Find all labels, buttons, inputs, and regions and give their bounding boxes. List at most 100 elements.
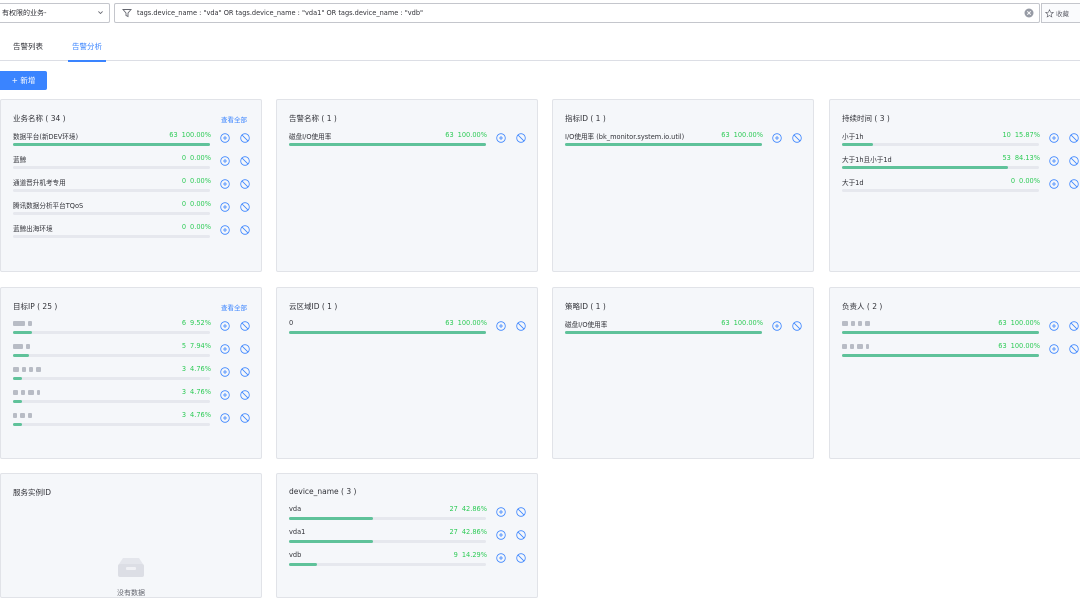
progress-track xyxy=(13,189,210,192)
exclude-filter-icon[interactable] xyxy=(240,202,250,212)
exclude-filter-icon[interactable] xyxy=(240,367,250,377)
progress-fill xyxy=(842,331,1039,334)
exclude-filter-icon[interactable] xyxy=(240,225,250,235)
item-stats: 3 4.76% xyxy=(182,411,211,419)
add-filter-icon[interactable] xyxy=(496,133,506,143)
item-stats: 0 0.00% xyxy=(182,200,211,208)
add-filter-icon[interactable] xyxy=(220,413,230,423)
item-count: 63 xyxy=(721,319,730,327)
clear-icon[interactable] xyxy=(1024,8,1034,18)
tab-alert-list[interactable]: 告警列表 xyxy=(13,41,43,60)
item-percent: 84.13% xyxy=(1014,154,1040,162)
tab-alert-analysis[interactable]: 告警分析 xyxy=(68,41,106,62)
stat-card: 指标ID ( 1 ) I/O使用率 (bk_monitor.system.io.u… xyxy=(552,99,814,272)
add-filter-icon[interactable] xyxy=(220,225,230,235)
item-stats: 27 42.86% xyxy=(449,505,487,513)
item-percent: 42.86% xyxy=(461,505,487,513)
add-filter-icon[interactable] xyxy=(1049,156,1059,166)
add-button[interactable]: + 新增 xyxy=(0,71,47,90)
empty-state: 没有数据 xyxy=(106,554,156,598)
list-item: 磁盘I/O使用率 63 100.00% xyxy=(289,131,539,151)
exclude-filter-icon[interactable] xyxy=(516,321,526,331)
progress-track xyxy=(842,166,1039,169)
exclude-filter-icon[interactable] xyxy=(1069,156,1079,166)
item-count: 3 xyxy=(181,411,187,419)
progress-track xyxy=(13,166,210,169)
add-filter-icon[interactable] xyxy=(220,202,230,212)
add-filter-icon[interactable] xyxy=(220,156,230,166)
item-percent: 0.00% xyxy=(190,154,211,162)
exclude-filter-icon[interactable] xyxy=(792,133,802,143)
exclude-filter-icon[interactable] xyxy=(240,321,250,331)
list-item: 蓝鲸 0 0.00% xyxy=(13,154,263,174)
progress-fill xyxy=(565,143,762,146)
progress-track xyxy=(13,331,210,334)
exclude-filter-icon[interactable] xyxy=(240,390,250,400)
item-percent: 4.76% xyxy=(190,411,211,419)
progress-fill xyxy=(289,331,486,334)
item-stats: 6 9.52% xyxy=(182,319,211,327)
item-count: 63 xyxy=(445,131,454,139)
view-all-link[interactable]: 查看全部 xyxy=(221,302,247,312)
add-filter-icon[interactable] xyxy=(220,367,230,377)
progress-fill xyxy=(289,540,374,543)
exclude-filter-icon[interactable] xyxy=(1069,344,1079,354)
item-count: 0 xyxy=(181,177,187,185)
add-filter-icon[interactable] xyxy=(220,321,230,331)
exclude-filter-icon[interactable] xyxy=(516,133,526,143)
list-item: 大于1h且小于1d 53 84.13% xyxy=(842,154,1080,174)
item-count: 63 xyxy=(169,131,178,139)
exclude-filter-icon[interactable] xyxy=(240,133,250,143)
item-label: 大于1h且小于1d xyxy=(842,156,892,164)
add-filter-icon[interactable] xyxy=(496,321,506,331)
business-select[interactable]: 有权限的业务- xyxy=(0,3,110,23)
add-filter-icon[interactable] xyxy=(220,179,230,189)
search-input[interactable]: tags.device_name : "vda" OR tags.device_… xyxy=(114,3,1040,23)
add-filter-icon[interactable] xyxy=(772,133,782,143)
stat-card: 告警名称 ( 1 ) 磁盘I/O使用率 63 100.00% xyxy=(276,99,538,272)
add-filter-icon[interactable] xyxy=(496,507,506,517)
exclude-filter-icon[interactable] xyxy=(516,507,526,517)
add-filter-icon[interactable] xyxy=(496,553,506,563)
favorite-button[interactable]: 收藏 xyxy=(1041,3,1080,23)
exclude-filter-icon[interactable] xyxy=(240,344,250,354)
progress-fill xyxy=(565,331,762,334)
add-filter-icon[interactable] xyxy=(220,390,230,400)
exclude-filter-icon[interactable] xyxy=(792,321,802,331)
exclude-filter-icon[interactable] xyxy=(1069,179,1079,189)
exclude-filter-icon[interactable] xyxy=(1069,133,1079,143)
item-label: 小于1h xyxy=(842,133,864,141)
card-title: 持续时间 ( 3 ) xyxy=(842,114,890,123)
exclude-filter-icon[interactable] xyxy=(240,179,250,189)
card-title: 业务名称 ( 34 ) xyxy=(13,114,66,123)
exclude-filter-icon[interactable] xyxy=(1069,321,1079,331)
item-count: 6 xyxy=(181,319,187,327)
list-item: vda1 27 42.86% xyxy=(289,528,539,548)
exclude-filter-icon[interactable] xyxy=(516,530,526,540)
progress-track xyxy=(289,517,486,520)
add-filter-icon[interactable] xyxy=(1049,133,1059,143)
exclude-filter-icon[interactable] xyxy=(516,553,526,563)
add-filter-icon[interactable] xyxy=(220,344,230,354)
redacted-label xyxy=(13,321,32,326)
view-all-link[interactable]: 查看全部 xyxy=(221,114,247,124)
item-percent: 100.00% xyxy=(733,319,763,327)
exclude-filter-icon[interactable] xyxy=(240,413,250,423)
item-label: I/O使用率 (bk_monitor.system.io.util) xyxy=(565,133,685,141)
stat-card: 云区域ID ( 1 ) 0 63 100.00% xyxy=(276,287,538,459)
list-item: 大于1d 0 0.00% xyxy=(842,177,1080,197)
item-stats: 10 15.87% xyxy=(1002,131,1040,139)
list-item: 3 4.76% xyxy=(13,365,263,385)
item-stats: 63 100.00% xyxy=(721,319,763,327)
add-filter-icon[interactable] xyxy=(496,530,506,540)
progress-track xyxy=(289,540,486,543)
add-filter-icon[interactable] xyxy=(772,321,782,331)
add-filter-icon[interactable] xyxy=(1049,344,1059,354)
exclude-filter-icon[interactable] xyxy=(240,156,250,166)
add-filter-icon[interactable] xyxy=(1049,179,1059,189)
add-filter-icon[interactable] xyxy=(220,133,230,143)
list-item: 腾讯数据分析平台TQoS 0 0.00% xyxy=(13,200,263,220)
add-filter-icon[interactable] xyxy=(1049,321,1059,331)
item-stats: 53 84.13% xyxy=(1002,154,1040,162)
card-title: 负责人 ( 2 ) xyxy=(842,302,883,311)
